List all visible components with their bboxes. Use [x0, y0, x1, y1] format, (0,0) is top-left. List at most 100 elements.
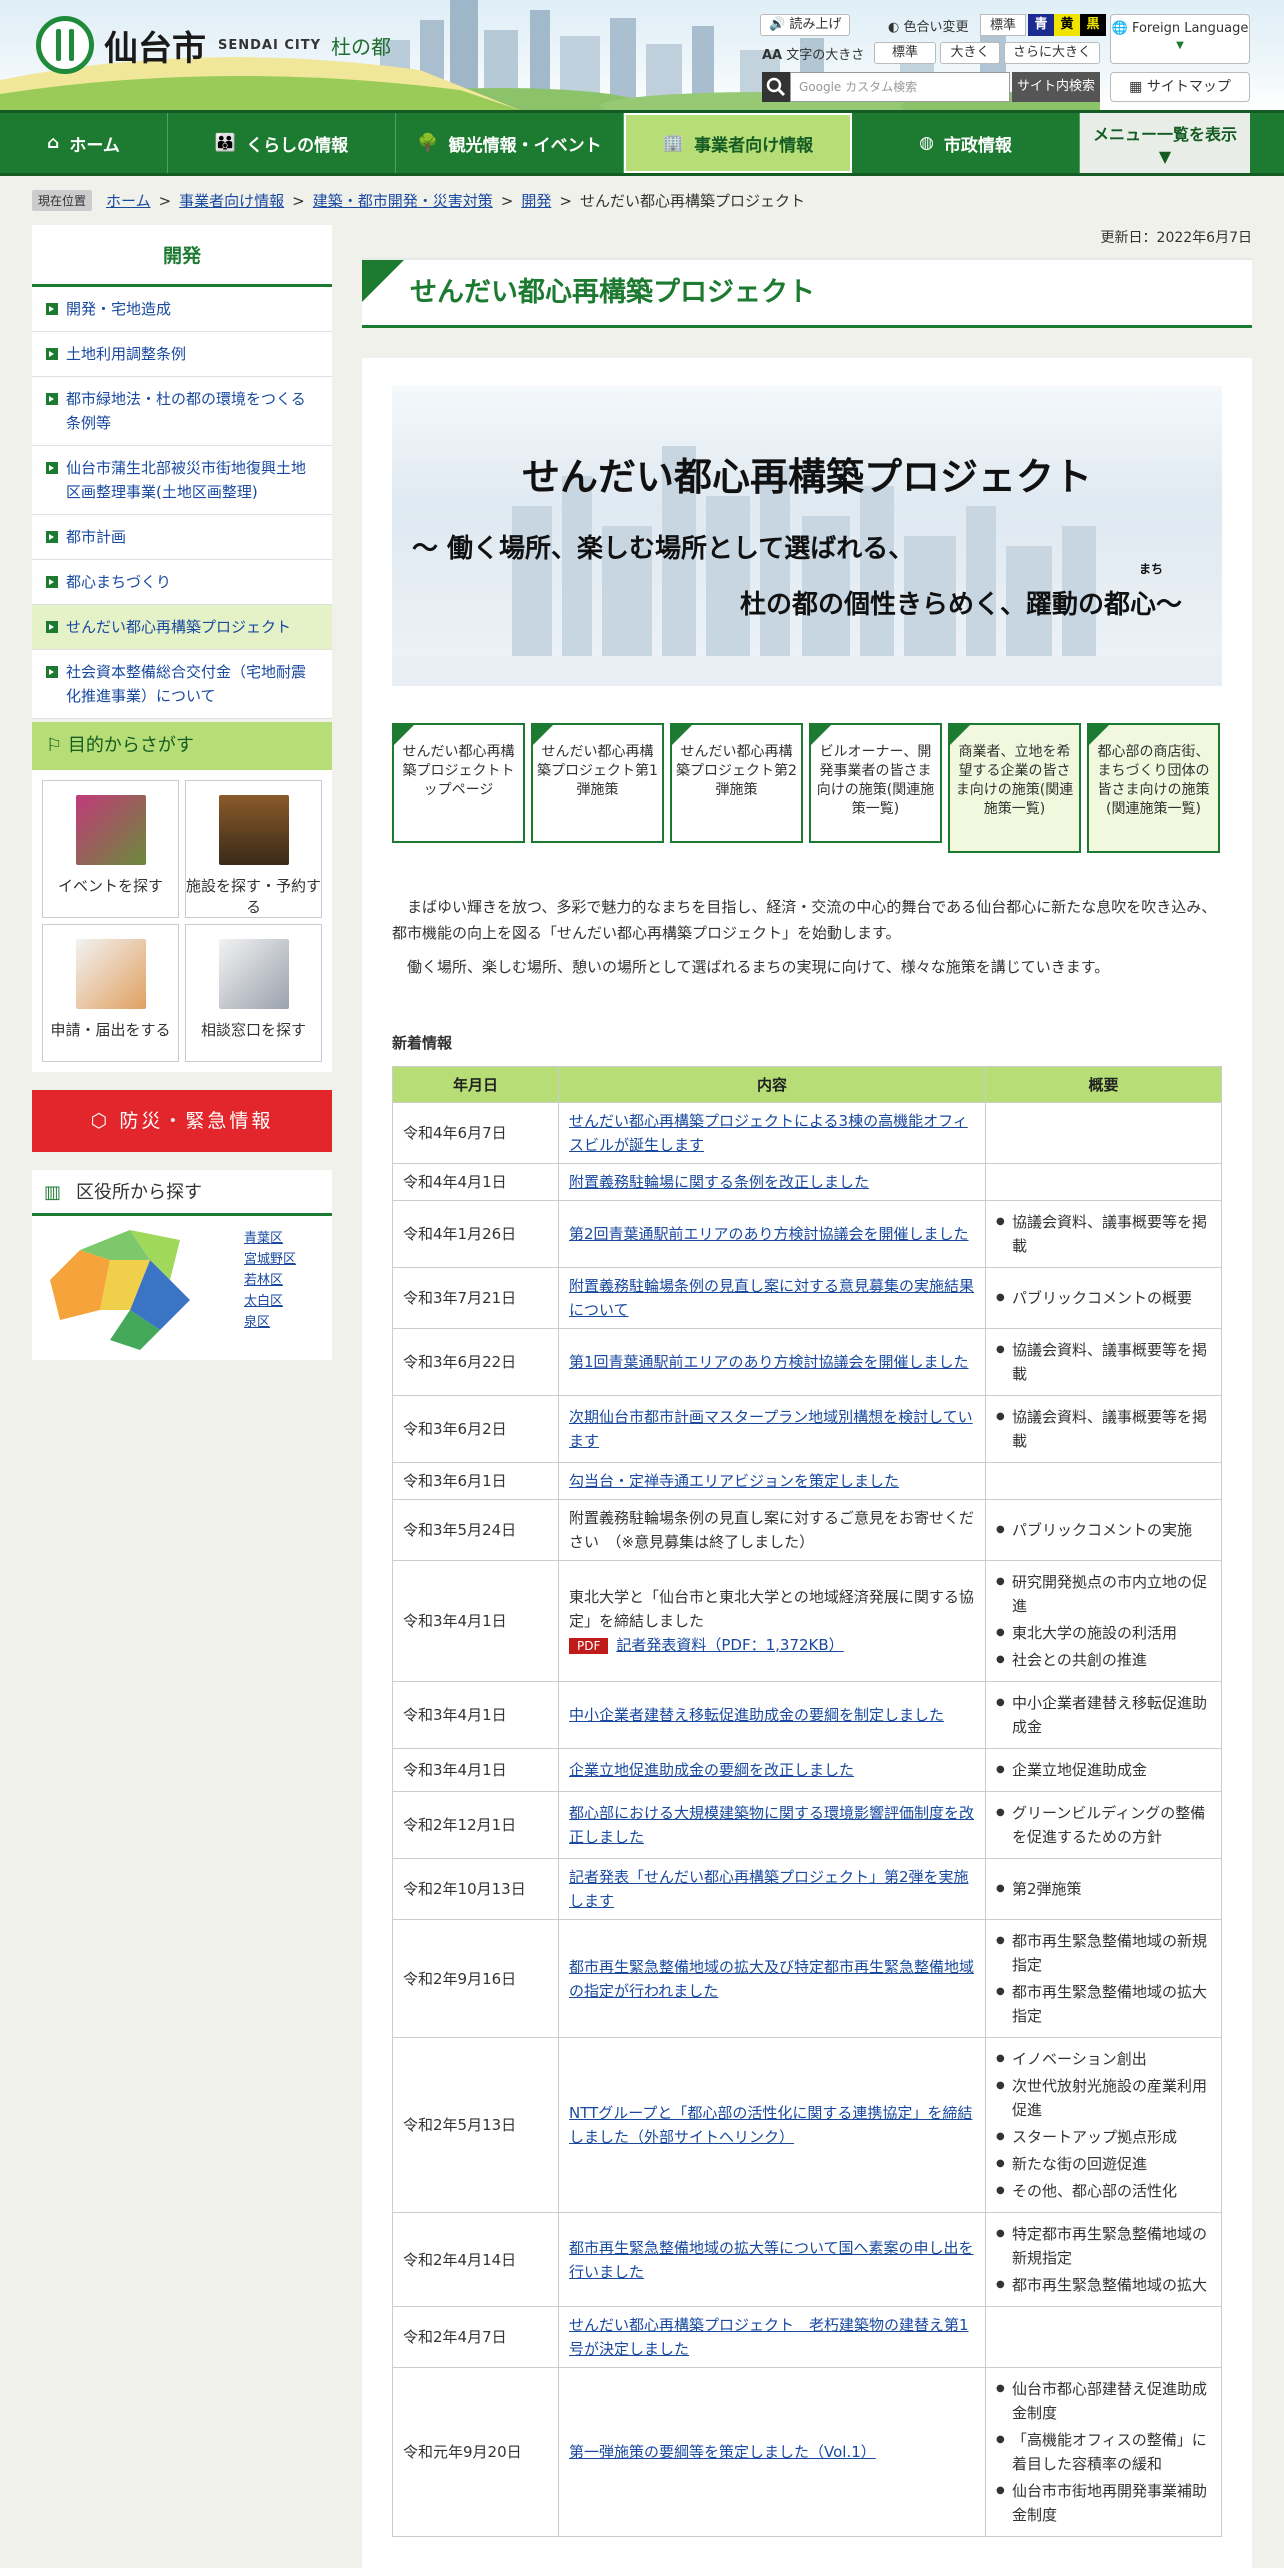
- pdf-link[interactable]: 記者発表資料（PDF：1,372KB）: [616, 1636, 843, 1654]
- news-content[interactable]: NTTグループと「都心部の活性化に関する連携協定」を締結しました（外部サイトへリ…: [558, 2037, 986, 2213]
- news-link[interactable]: 都市再生緊急整備地域の拡大等について国へ素案の申し出を行いました: [569, 2239, 974, 2281]
- color-blue-button[interactable]: 青: [1028, 14, 1054, 36]
- ward-link-taihaku[interactable]: 太白区: [244, 1291, 296, 1312]
- sitemap-button[interactable]: ▦ サイトマップ: [1110, 72, 1250, 102]
- news-link[interactable]: 記者発表「せんだい都心再構築プロジェクト」第2弾を実施します: [569, 1868, 969, 1910]
- application-photo: [75, 939, 146, 1009]
- tile-shopping-streets[interactable]: 都心部の商店街、まちづくり団体の皆さま向けの施策(関連施策一覧): [1087, 723, 1220, 853]
- home-icon: ⌂: [47, 133, 60, 153]
- tile-first-measures[interactable]: せんだい都心再構築プロジェクト第1弾施策: [531, 723, 664, 843]
- news-content[interactable]: 勾当台・定禅寺通エリアビジョンを策定しました: [558, 1462, 986, 1500]
- news-date: 令和2年5月13日: [392, 2037, 559, 2213]
- text-size-large-button[interactable]: 大きく: [940, 42, 1000, 64]
- purpose-consultation[interactable]: 相談窓口を探す: [185, 924, 322, 1062]
- news-content[interactable]: 第2回青葉通駅前エリアのあり方検討協議会を開催しました: [558, 1200, 986, 1268]
- text-size-standard-button[interactable]: 標準: [874, 42, 936, 64]
- news-content[interactable]: 中小企業者建替え移転促進助成金の要綱を制定しました: [558, 1681, 986, 1749]
- search-icon: [762, 72, 790, 102]
- news-link[interactable]: 附置義務駐輪場条例の見直し案に対する意見募集の実施結果について: [569, 1277, 974, 1319]
- nav-home[interactable]: ⌂ ホーム: [0, 113, 168, 173]
- purpose-facilities[interactable]: 施設を探す・予約する: [185, 780, 322, 918]
- news-date: 令和2年4月7日: [392, 2306, 559, 2368]
- read-aloud-button[interactable]: 🔊 読み上げ: [760, 14, 851, 36]
- ward-link-miyagino[interactable]: 宮城野区: [244, 1249, 296, 1270]
- news-content[interactable]: 第1回青葉通駅前エリアのあり方検討協議会を開催しました: [558, 1328, 986, 1396]
- consultation-photo: [218, 939, 289, 1009]
- news-date: 令和4年4月1日: [392, 1163, 559, 1201]
- breadcrumb-home[interactable]: ホーム: [106, 190, 151, 211]
- news-link[interactable]: 第一弾施策の要綱等を策定しました（Vol.1）: [569, 2443, 876, 2461]
- color-standard-button[interactable]: 標準: [980, 14, 1026, 36]
- sendai-city-emblem-icon: [36, 16, 94, 74]
- breadcrumb-development[interactable]: 開発: [521, 190, 551, 211]
- color-black-button[interactable]: 黒: [1080, 14, 1106, 36]
- sidebar-item-land-use[interactable]: 土地利用調整条例: [32, 332, 332, 377]
- news-content[interactable]: 都市再生緊急整備地域の拡大及び特定都市再生緊急整備地域の指定が行われました: [558, 1919, 986, 2038]
- nav-living[interactable]: 👪 くらしの情報: [168, 113, 396, 173]
- news-content[interactable]: 第一弾施策の要綱等を策定しました（Vol.1）: [558, 2367, 986, 2537]
- purpose-events[interactable]: イベントを探す: [42, 780, 179, 918]
- news-link[interactable]: 第1回青葉通駅前エリアのあり方検討協議会を開催しました: [569, 1353, 969, 1371]
- news-link[interactable]: せんだい都心再構築プロジェクトによる3棟の高機能オフィスビルが誕生します: [569, 1112, 968, 1154]
- text-size-larger-button[interactable]: さらに大きく: [1004, 42, 1100, 64]
- tile-building-owners[interactable]: ビルオーナー、開発事業者の皆さま向けの施策(関連施策一覧): [809, 723, 942, 843]
- ward-search-box: ▥ 区役所から探す 青葉区 宮城野区 若林区 太白区 泉区: [32, 1170, 332, 1360]
- breadcrumb-construction[interactable]: 建築・都市開発・災害対策: [313, 190, 493, 211]
- sidebar-item-downtown[interactable]: 都心まちづくり: [32, 560, 332, 605]
- news-link[interactable]: 都心部における大規模建築物に関する環境影響評価制度を改正しました: [569, 1804, 974, 1846]
- tile-merchants[interactable]: 商業者、立地を希望する企業の皆さま向けの施策(関連施策一覧): [948, 723, 1081, 853]
- news-content[interactable]: 次期仙台市都市計画マスタープラン地域別構想を検討しています: [558, 1395, 986, 1463]
- news-content[interactable]: 都市再生緊急整備地域の拡大等について国へ素案の申し出を行いました: [558, 2212, 986, 2307]
- news-content[interactable]: 企業立地促進助成金の要綱を改正しました: [558, 1748, 986, 1792]
- nav-city-government[interactable]: ◍ 市政情報: [852, 113, 1080, 173]
- news-link[interactable]: 附置義務駐輪場に関する条例を改正しました: [569, 1173, 869, 1191]
- nav-tourism[interactable]: 🌳 観光情報・イベント: [396, 113, 624, 173]
- purpose-search-box: ⚐ 目的からさがす イベントを探す 施設を探す・予約する 申請・届出をする 相談…: [32, 722, 332, 1072]
- menu-all-button[interactable]: メニュー一覧を表示 ▼: [1080, 113, 1250, 173]
- banner-subtitle-2: 杜の都の個性きらめく、躍動の都心～: [739, 590, 1182, 620]
- news-link[interactable]: せんだい都心再構築プロジェクト 老朽建築物の建替え第1号が決定しました: [569, 2316, 969, 2358]
- sidebar-item-city-planning[interactable]: 都市計画: [32, 515, 332, 560]
- news-link[interactable]: 第2回青葉通駅前エリアのあり方検討協議会を開催しました: [569, 1225, 969, 1243]
- news-content[interactable]: 記者発表「せんだい都心再構築プロジェクト」第2弾を実施します: [558, 1858, 986, 1920]
- news-row: 令和2年9月16日 都市再生緊急整備地域の拡大及び特定都市再生緊急整備地域の指定が…: [392, 1919, 1222, 2038]
- ward-link-wakabayashi[interactable]: 若林区: [244, 1270, 296, 1291]
- news-content[interactable]: 附置義務駐輪場に関する条例を改正しました: [558, 1163, 986, 1201]
- news-link[interactable]: 中小企業者建替え移転促進助成金の要綱を制定しました: [569, 1706, 944, 1724]
- palette-icon: ◐: [888, 20, 900, 35]
- sidebar-item-development[interactable]: 開発・宅地造成: [32, 287, 332, 332]
- summary-item: 第2弾施策: [996, 1877, 1211, 1901]
- sidebar-item-urban-green[interactable]: 都市緑地法・杜の都の環境をつくる条例等: [32, 377, 332, 446]
- news-link[interactable]: 都市再生緊急整備地域の拡大及び特定都市再生緊急整備地域の指定が行われました: [569, 1958, 974, 2000]
- signpost-icon: ⚐: [46, 735, 63, 756]
- news-link[interactable]: NTTグループと「都心部の活性化に関する連携協定」を締結しました（外部サイトへリ…: [569, 2104, 972, 2146]
- foreign-language-button[interactable]: 🌐 Foreign Language ▼: [1110, 14, 1250, 64]
- purpose-applications[interactable]: 申請・届出をする: [42, 924, 179, 1062]
- disaster-info-button[interactable]: ⬡ 防災・緊急情報: [32, 1090, 332, 1152]
- news-content[interactable]: せんだい都心再構築プロジェクト 老朽建築物の建替え第1号が決定しました: [558, 2306, 986, 2368]
- news-link[interactable]: 勾当台・定禅寺通エリアビジョンを策定しました: [569, 1472, 899, 1490]
- ward-link-izumi[interactable]: 泉区: [244, 1312, 296, 1333]
- news-content[interactable]: せんだい都心再構築プロジェクトによる3棟の高機能オフィスビルが誕生します: [558, 1102, 986, 1164]
- ward-link-aoba[interactable]: 青葉区: [244, 1228, 296, 1249]
- breadcrumb-business[interactable]: 事業者向け情報: [179, 190, 284, 211]
- news-link[interactable]: 次期仙台市都市計画マスタープラン地域別構想を検討しています: [569, 1408, 973, 1450]
- sidebar-item-gamou[interactable]: 仙台市蒲生北部被災市街地復興土地区画整理事業(土地区画整理): [32, 446, 332, 515]
- nav-business[interactable]: 🏢 事業者向け情報: [624, 113, 852, 173]
- summary-item: 特定都市再生緊急整備地域の新規指定: [996, 2222, 1211, 2270]
- search-input[interactable]: Google カスタム検索: [790, 72, 1010, 102]
- main-content: せんだい都心再構築プロジェクト ～ 働く場所、楽しむ場所として選ばれる、 まち …: [362, 358, 1252, 2568]
- news-content[interactable]: 都心部における大規模建築物に関する環境影響評価制度を改正しました: [558, 1791, 986, 1859]
- color-yellow-button[interactable]: 黄: [1054, 14, 1080, 36]
- sidebar-item-reconstruction[interactable]: せんだい都心再構築プロジェクト: [32, 605, 332, 650]
- sidebar-item-grant[interactable]: 社会資本整備総合交付金（宅地耐震化推進事業）について: [32, 650, 332, 719]
- news-content[interactable]: 附置義務駐輪場条例の見直し案に対する意見募集の実施結果について: [558, 1267, 986, 1329]
- tile-top-page[interactable]: せんだい都心再構築プロジェクトトップページ: [392, 723, 525, 843]
- tile-second-measures[interactable]: せんだい都心再構築プロジェクト第2弾施策: [670, 723, 803, 843]
- news-row: 令和3年6月22日第1回青葉通駅前エリアのあり方検討協議会を開催しました 協議会資…: [392, 1328, 1222, 1396]
- ward-link-list: 青葉区 宮城野区 若林区 太白区 泉区: [244, 1228, 296, 1333]
- news-link[interactable]: 企業立地促進助成金の要綱を改正しました: [569, 1761, 854, 1779]
- news-date: 令和4年1月26日: [392, 1200, 559, 1268]
- site-search-button[interactable]: サイト内検索: [1012, 72, 1100, 102]
- site-logo[interactable]: 仙台市 SENDAI CITY 杜の都: [36, 16, 391, 74]
